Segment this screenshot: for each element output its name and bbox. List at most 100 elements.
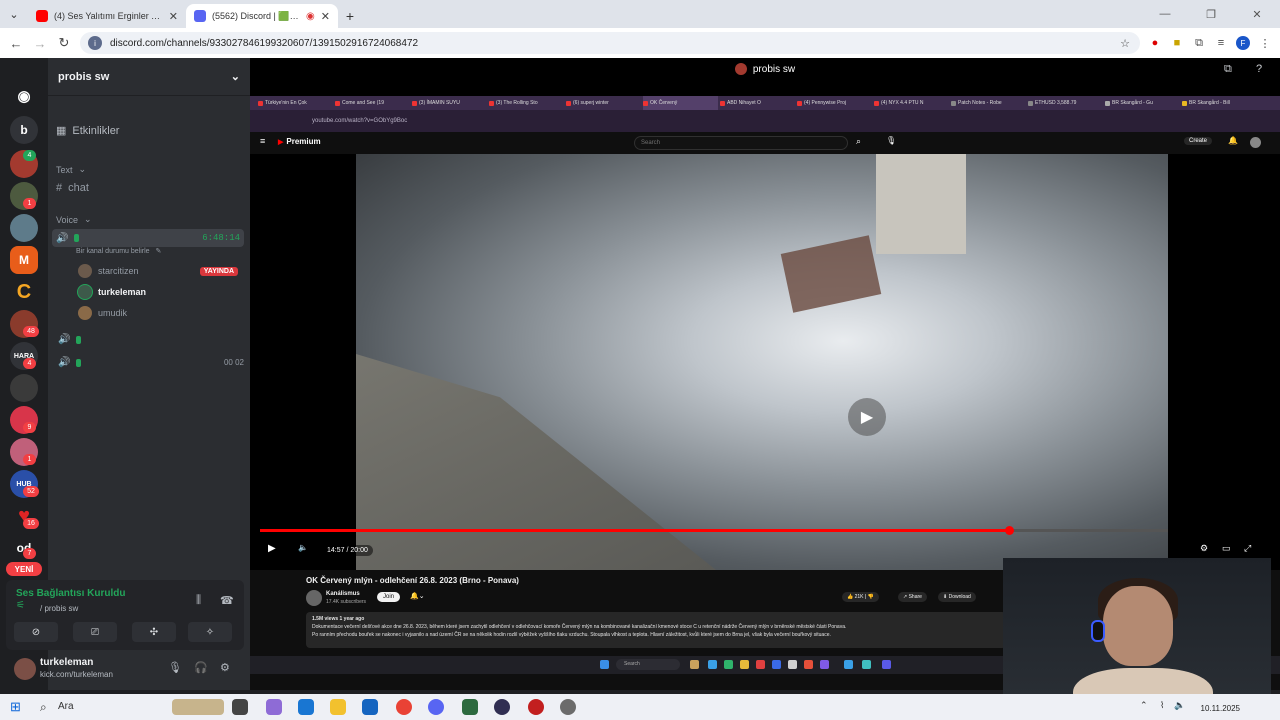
extension-icon[interactable]: ■ [1170,36,1184,50]
join-button: Join [377,592,401,602]
taskbar-widget-icon[interactable] [172,699,224,715]
voice-search-icon: 🎙 [886,136,897,145]
wifi-icon[interactable]: ⌇ [1160,700,1164,711]
channel-status-hint[interactable]: Bir kanal durumu belirle ✎ [76,247,262,256]
close-tab-icon[interactable]: ✕ [169,10,178,23]
notification-badge: 48 [23,326,39,337]
puzzle-extensions-icon[interactable]: ⧉ [1192,36,1206,50]
chevron-down-icon: ⌄ [84,214,92,224]
chevron-down-icon: ⌄ [230,71,240,83]
file-explorer-icon[interactable] [330,699,346,715]
avatar[interactable] [14,658,36,680]
theater-icon: ▭ [1222,543,1231,553]
edge-icon[interactable] [298,699,314,715]
microphone-icon[interactable]: 🎙 [168,661,182,674]
server-icon[interactable] [10,214,38,242]
noise-suppression-icon[interactable]: ⫼ [196,594,201,607]
volume-icon[interactable]: 🔈 [1174,700,1185,711]
tab-title: (4) Ses Yalıtımı Erginler Ticaret [54,11,163,21]
outlook-icon[interactable] [362,699,378,715]
category-voice[interactable]: Voice ⌄ [56,214,242,225]
voice-channel-active[interactable]: 🔊 6:48:14 [52,229,244,247]
events-link[interactable]: ▦ Etkinlikler [56,124,242,138]
minimize-icon[interactable]: — [1142,0,1188,28]
server-icon[interactable]: C [10,278,38,306]
server-header[interactable]: probis sw ⌄ [48,58,250,96]
back-icon[interactable]: ← [8,36,24,51]
reload-icon[interactable]: ↻ [56,35,72,51]
popout-icon[interactable]: ⧉ [1224,63,1232,76]
description-line: Dokumentace večerní dešťové akce dne 26.… [312,624,847,630]
webcam-overlay [1003,558,1271,708]
voice-connection-panel: Ses Bağlantısı Kuruldu ⚟ / probis sw ⫼ ☎… [6,580,244,650]
windows-start-icon[interactable]: ⊞ [10,700,24,714]
discord-home-icon[interactable]: ◉ [10,82,38,110]
chrome-icon[interactable] [396,699,412,715]
server-icon-b[interactable]: b [10,116,38,144]
voice-status[interactable]: Ses Bağlantısı Kuruldu [16,588,125,599]
channel-chat[interactable]: # chat [56,182,242,194]
server-icon[interactable] [10,374,38,402]
app-icon [804,660,813,669]
activities-button[interactable]: ✣ [132,622,176,642]
shared-search: Search [616,659,680,670]
camera-off-button[interactable]: ⊘ [14,622,58,642]
search-icon[interactable]: ⌕ [40,700,47,715]
help-icon[interactable]: ? [1256,63,1262,75]
status-dot-icon [76,335,82,344]
screen-share-button[interactable]: ⎚ [73,622,117,642]
video-time: 14:57 / 20:00 [322,545,373,556]
voice-user[interactable]: umudik [78,306,238,320]
discord-icon[interactable] [428,699,444,715]
discord-favicon-icon [194,10,206,22]
site-info-icon[interactable]: i [88,36,102,50]
close-tab-icon[interactable]: ✕ [321,10,330,23]
app-icon[interactable] [528,699,544,715]
media-queue-icon[interactable]: ≡ [1214,36,1228,50]
like-button: 👍 21K | 👎 [842,592,879,602]
task-view-icon[interactable] [232,699,248,715]
bookmark-star-icon[interactable]: ☆ [1118,36,1132,50]
opera-extension-icon[interactable]: ● [1148,36,1162,50]
settings-gear-icon: ⚙ [1200,543,1209,553]
hashtag-icon: # [56,182,63,194]
tray-chevron-icon[interactable]: ⌃ [1140,700,1148,711]
settings-gear-icon[interactable]: ⚙ [220,661,230,674]
profile-avatar-icon[interactable]: F [1236,36,1250,50]
settings-gear-icon[interactable] [560,699,576,715]
obs-icon[interactable] [494,699,510,715]
stream-title: probis sw [752,63,796,75]
menu-icon: ≡ [260,136,266,146]
voice-user-name: turkeleman [98,287,147,297]
taskbar-search[interactable]: Ara [58,701,74,712]
tab-search-icon[interactable]: ⌄ [0,0,28,28]
video-description: 1.5M views 1 year ago Dokumentace večern… [306,612,1006,648]
browser-menu-icon[interactable]: ⋮ [1258,36,1272,50]
app-icon[interactable] [462,699,478,715]
disconnect-icon[interactable]: ☎ [220,594,234,607]
new-badge[interactable]: YENİ [6,562,42,576]
avatar [78,306,92,320]
voice-channel[interactable]: 🔊 [58,334,244,345]
browser-tab-discord[interactable]: (5562) Discord | 🟩 | probis ◉ ✕ [186,4,338,28]
address-bar[interactable]: i discord.com/channels/93302784619932060… [80,32,1140,54]
headphones-icon[interactable]: 🎧 [194,661,208,674]
close-window-icon[interactable]: ✕ [1234,0,1280,28]
app-icon [724,660,733,669]
voice-user-name: umudik [98,308,128,318]
server-icon[interactable]: M [10,246,38,274]
voice-user[interactable]: turkeleman [78,285,238,299]
browser-tab-youtube[interactable]: (4) Ses Yalıtımı Erginler Ticaret ✕ [28,4,186,28]
new-tab-button[interactable]: + [338,4,362,28]
voice-user[interactable]: starcitizen YAYINDA [78,264,238,278]
forward-icon[interactable]: → [32,36,48,51]
category-text[interactable]: Text ⌄ [56,164,242,175]
soundboard-button[interactable]: ✧ [188,622,232,642]
notifications-icon: 🔔 [1228,136,1238,145]
live-badge: YAYINDA [199,266,238,276]
copilot-icon[interactable] [266,699,282,715]
shared-tab: (4) NYX 4.4 PTU N [874,96,949,110]
maximize-icon[interactable]: ❐ [1188,0,1234,28]
voice-channel[interactable]: 🔊 00 02 [58,357,244,368]
shared-tab: BR Skangård - Gu [1105,96,1180,110]
